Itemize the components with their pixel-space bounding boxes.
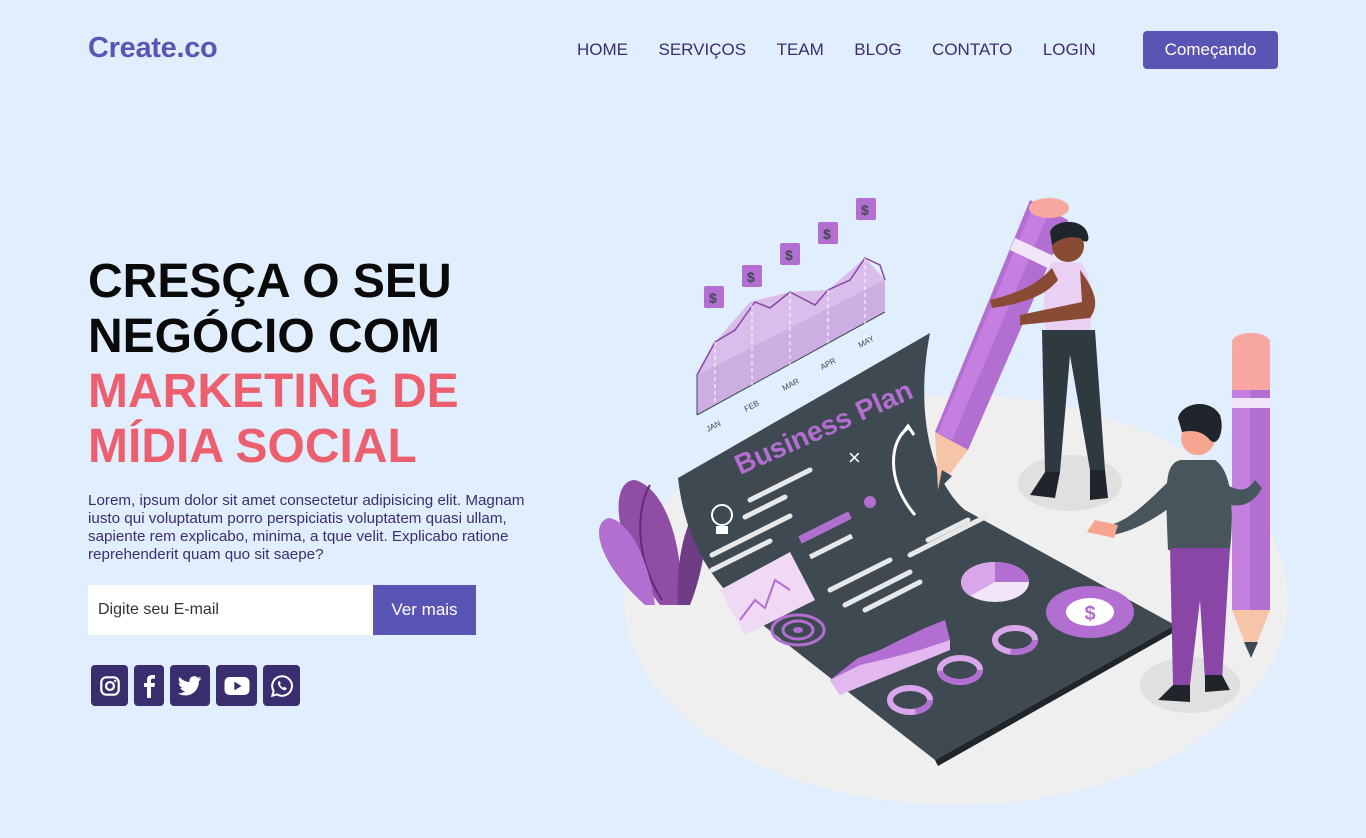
nav-home[interactable]: HOME [577, 40, 628, 59]
nav-team[interactable]: TEAM [777, 40, 824, 59]
x-mark-icon: × [848, 445, 861, 470]
dollar-tag-4: $ [823, 226, 831, 242]
main-nav: HOME SERVIÇOS TEAM BLOG CONTATO LOGIN [577, 40, 1126, 59]
nav-login[interactable]: LOGIN [1043, 40, 1096, 59]
chart-month-jan: JAN [705, 419, 723, 434]
facebook-icon[interactable] [134, 665, 164, 706]
hero-title-line-2: NEGÓCIO COM [88, 310, 441, 363]
business-plan-illustration: Business Plan $ × JAN FEB MAR APR MAY $ … [599, 198, 1288, 805]
dollar-tag-3: $ [785, 247, 793, 263]
hero-description: Lorem, ipsum dolor sit amet consectetur … [88, 492, 525, 563]
pie-chart-icon [960, 562, 1029, 602]
chart-month-may: MAY [857, 334, 877, 350]
email-form: Ver mais [88, 585, 476, 635]
nav-contato[interactable]: CONTATO [932, 40, 1012, 59]
hero-title-highlight-1: MARKETING DE [88, 365, 459, 418]
hero-title-line-1: CRESÇA O SEU [88, 255, 452, 308]
dollar-tag-5: $ [861, 202, 869, 218]
youtube-icon[interactable] [216, 665, 257, 706]
woman-shadow [1018, 455, 1122, 511]
get-started-button[interactable]: Começando [1143, 31, 1278, 69]
nav-blog[interactable]: BLOG [854, 40, 901, 59]
whatsapp-icon[interactable] [263, 665, 300, 706]
logo[interactable]: Create.co [88, 32, 218, 65]
gear-dollar-symbol: $ [1084, 603, 1095, 625]
gear-dollar-icon: $ [1046, 586, 1134, 638]
chart-month-feb: FEB [743, 399, 761, 414]
hero-title: CRESÇA O SEU NEGÓCIO COM MARKETING DE MÍ… [88, 254, 459, 474]
chart-month-apr: APR [819, 356, 838, 372]
email-input[interactable] [88, 585, 373, 635]
dollar-tag-2: $ [747, 269, 755, 285]
dollar-tag-1: $ [709, 290, 717, 306]
nav-servicos[interactable]: SERVIÇOS [659, 40, 747, 59]
social-links [91, 665, 306, 706]
hero-title-highlight-2: MÍDIA SOCIAL [88, 420, 417, 473]
twitter-icon[interactable] [170, 665, 210, 706]
submit-button[interactable]: Ver mais [373, 585, 476, 635]
chart-month-mar: MAR [781, 376, 801, 392]
instagram-icon[interactable] [91, 665, 128, 706]
